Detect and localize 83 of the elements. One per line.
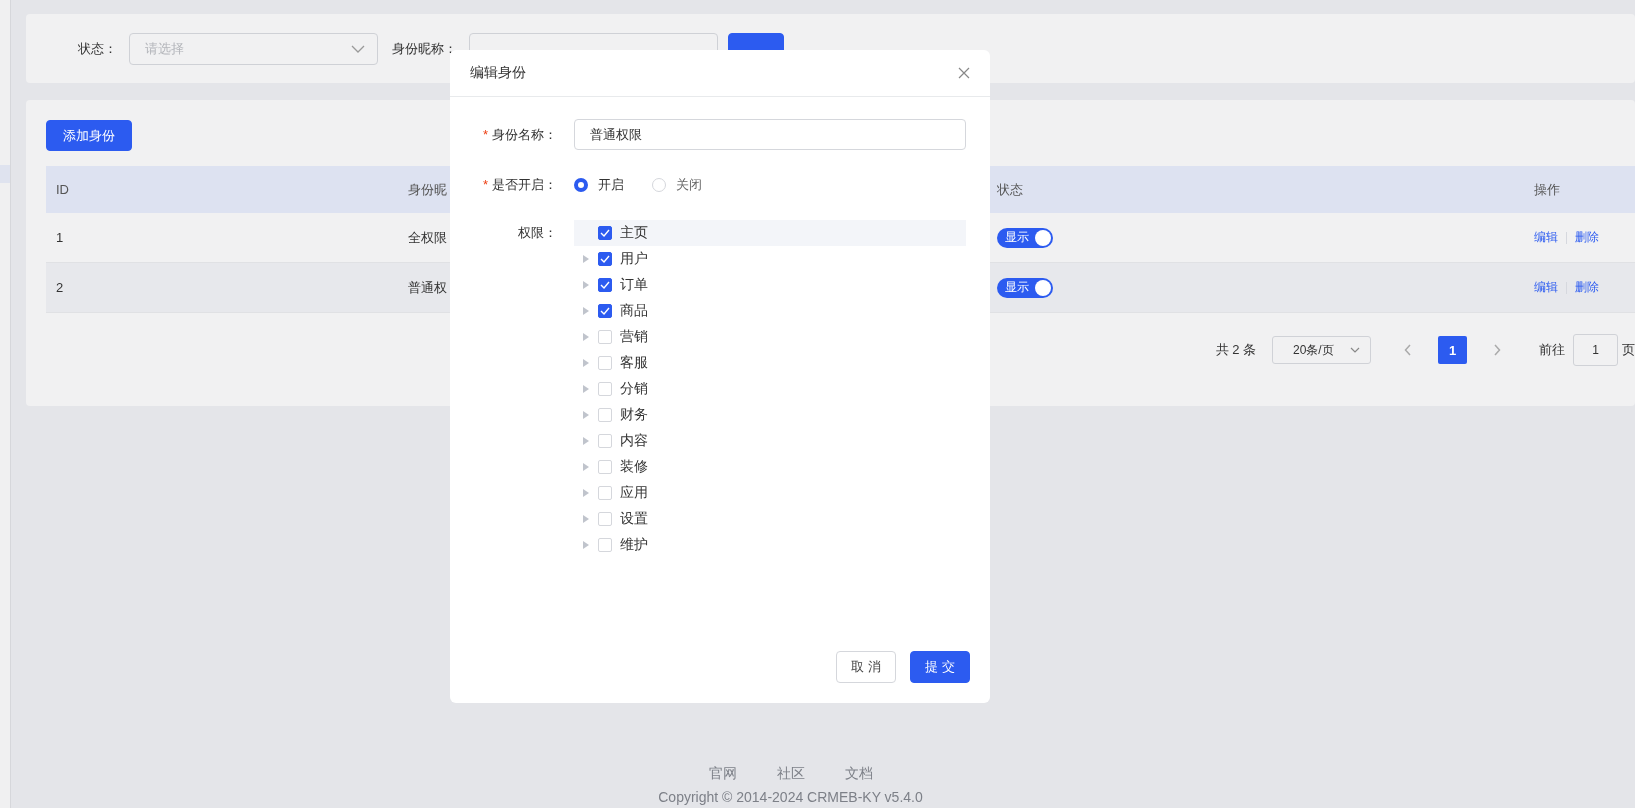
tree-node[interactable]: 客服 (574, 350, 966, 376)
required-mark: * (482, 126, 488, 142)
field-label: 是否开启： (492, 177, 557, 192)
toggle-switch[interactable]: 显示 (997, 277, 1053, 298)
chevron-down-icon (1350, 347, 1360, 353)
column-header: 状态 (997, 180, 1023, 199)
tree-node-label: 装修 (620, 458, 648, 476)
expand-caret-icon[interactable] (583, 489, 589, 497)
tree-node-label: 订单 (620, 276, 648, 294)
tree-node[interactable]: 订单 (574, 272, 966, 298)
expand-caret-icon[interactable] (583, 333, 589, 341)
expand-caret-icon[interactable] (583, 281, 589, 289)
filter-label: 身份昵称： (392, 39, 457, 58)
field-label: 权限： (518, 225, 557, 240)
tree-node-label: 主页 (620, 224, 648, 242)
table-cell: 普通权 (408, 278, 447, 297)
tree-node-label: 营销 (620, 328, 648, 346)
required-mark: * (482, 177, 488, 192)
expand-caret-icon[interactable] (583, 541, 589, 549)
table-cell: 全权限 (408, 228, 447, 247)
next-page-icon[interactable] (1493, 344, 1501, 356)
tree-node[interactable]: 营销 (574, 324, 966, 350)
tree-node[interactable]: 主页 (574, 220, 966, 246)
expand-caret-icon[interactable] (583, 385, 589, 393)
tree-node-label: 内容 (620, 432, 648, 450)
page-size-select[interactable]: 20条/页 (1272, 336, 1371, 364)
expand-caret-icon[interactable] (583, 359, 589, 367)
tree-node-label: 财务 (620, 406, 648, 424)
page-jump-input[interactable]: 1 (1573, 334, 1618, 366)
tree-node-label: 应用 (620, 484, 648, 502)
tree-node[interactable]: 财务 (574, 402, 966, 428)
column-header: 身份昵 (408, 180, 447, 199)
tree-node[interactable]: 商品 (574, 298, 966, 324)
jump-label: 前往 (1539, 341, 1565, 359)
tree-node-label: 用户 (620, 250, 648, 268)
filter-label: 状态： (78, 39, 117, 58)
submit-button[interactable]: 提 交 (910, 651, 970, 683)
column-header: ID (56, 182, 69, 197)
tree-node[interactable]: 维护 (574, 532, 966, 558)
action-link[interactable]: 编辑 (1534, 229, 1558, 246)
action-link[interactable]: 删除 (1575, 229, 1599, 246)
column-header: 操作 (1534, 180, 1560, 199)
checkbox[interactable] (598, 304, 612, 318)
tree-node-label: 维护 (620, 536, 648, 554)
checkbox[interactable] (598, 226, 612, 240)
table-cell: 2 (56, 280, 64, 295)
radio-label[interactable]: 开启 (598, 176, 624, 194)
previous-page-icon[interactable] (1404, 344, 1412, 356)
expand-caret-icon[interactable] (583, 307, 589, 315)
cancel-button[interactable]: 取 消 (836, 651, 896, 683)
chevron-down-icon (351, 44, 365, 53)
checkbox[interactable] (598, 278, 612, 292)
action-link[interactable]: 编辑 (1534, 279, 1558, 296)
field-label: 身份名称： (492, 126, 557, 142)
tree-node[interactable]: 应用 (574, 480, 966, 506)
total-count: 共 2 条 (1215, 341, 1256, 359)
checkbox[interactable] (598, 252, 612, 266)
tree-node[interactable]: 内容 (574, 428, 966, 454)
tree-node-label: 商品 (620, 302, 648, 320)
page-number[interactable]: 1 (1438, 336, 1467, 364)
copyright-text: Copyright © 2014-2024 CRMEB-KY v5.4.0 (658, 789, 923, 805)
tree-node[interactable]: 装修 (574, 454, 966, 480)
close-icon[interactable] (958, 67, 970, 79)
expand-caret-icon[interactable] (583, 515, 589, 523)
tree-node[interactable]: 用户 (574, 246, 966, 272)
radio-label[interactable]: 关闭 (676, 176, 702, 194)
expand-caret-icon[interactable] (583, 411, 589, 419)
add-button[interactable]: 添加身份 (46, 120, 132, 151)
tree-node-label: 客服 (620, 354, 648, 372)
tree-node-label: 设置 (620, 510, 648, 528)
expand-caret-icon[interactable] (583, 463, 589, 471)
radio-button[interactable] (574, 178, 588, 192)
expand-caret-icon[interactable] (583, 255, 589, 263)
expand-caret-icon[interactable] (583, 437, 589, 445)
action-link[interactable]: 删除 (1575, 279, 1599, 296)
table-cell: 1 (56, 230, 64, 245)
tree-node[interactable]: 分销 (574, 376, 966, 402)
name-input[interactable]: 普通权限 (574, 119, 966, 150)
dialog-title: 编辑身份 (470, 64, 526, 82)
tree-node[interactable]: 设置 (574, 506, 966, 532)
page-suffix: 页 (1622, 341, 1635, 359)
toggle-switch[interactable]: 显示 (997, 227, 1053, 248)
tree-node-label: 分销 (620, 380, 648, 398)
